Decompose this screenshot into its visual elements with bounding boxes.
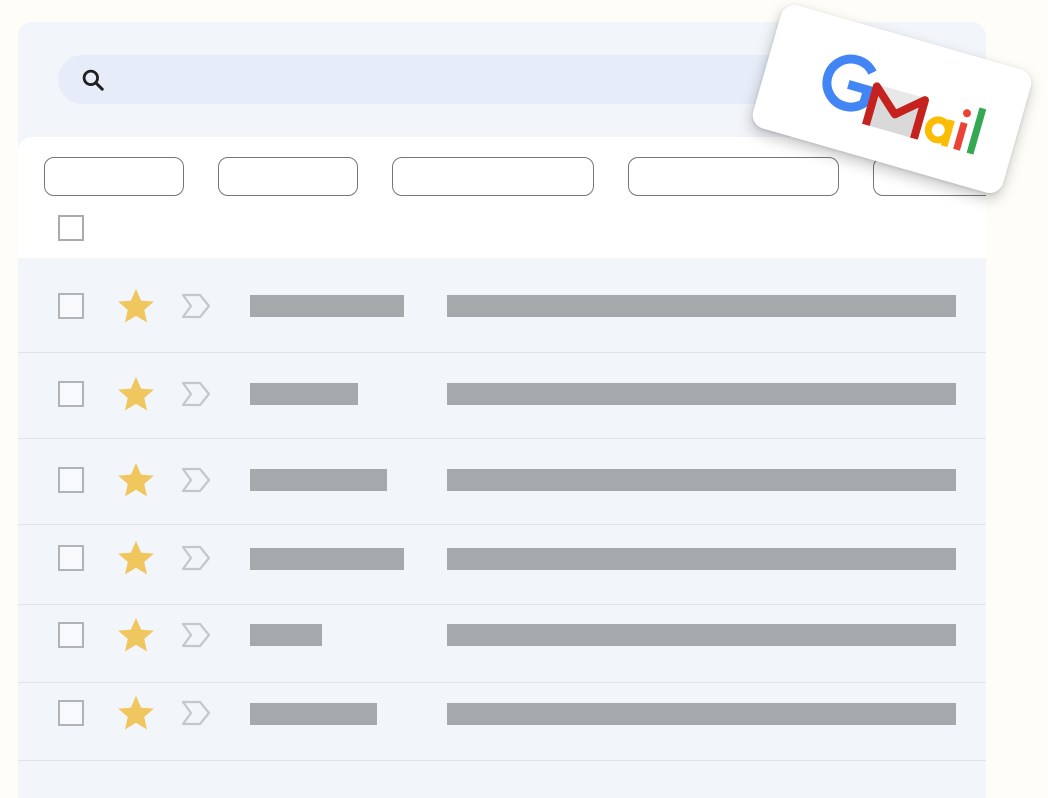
- subject-placeholder: [447, 548, 956, 570]
- important-marker-icon[interactable]: [180, 700, 212, 726]
- email-row[interactable]: [18, 439, 986, 525]
- star-icon[interactable]: [115, 692, 157, 734]
- important-marker-icon[interactable]: [180, 622, 212, 648]
- row-checkbox[interactable]: [58, 467, 84, 493]
- sender-placeholder: [250, 624, 322, 646]
- row-checkbox[interactable]: [58, 381, 84, 407]
- sender-placeholder: [250, 703, 377, 725]
- filter-chip[interactable]: [218, 157, 358, 196]
- subject-placeholder: [447, 469, 956, 491]
- filter-chip[interactable]: [44, 157, 184, 196]
- email-row[interactable]: [18, 525, 986, 605]
- subject-placeholder: [447, 383, 956, 405]
- select-all-checkbox[interactable]: [58, 215, 84, 241]
- star-icon[interactable]: [115, 614, 157, 656]
- row-checkbox[interactable]: [58, 293, 84, 319]
- search-icon[interactable]: [80, 67, 106, 93]
- important-marker-icon[interactable]: [180, 381, 212, 407]
- star-icon[interactable]: [115, 459, 157, 501]
- sender-placeholder: [250, 469, 387, 491]
- row-checkbox[interactable]: [58, 545, 84, 571]
- subject-placeholder: [447, 703, 956, 725]
- sender-placeholder: [250, 548, 404, 570]
- subject-placeholder: [447, 295, 956, 317]
- subject-placeholder: [447, 624, 956, 646]
- star-icon[interactable]: [115, 373, 157, 415]
- important-marker-icon[interactable]: [180, 293, 212, 319]
- sender-placeholder: [250, 383, 358, 405]
- sender-placeholder: [250, 295, 404, 317]
- email-list: [18, 258, 986, 761]
- filter-chip[interactable]: [392, 157, 594, 196]
- important-marker-icon[interactable]: [180, 545, 212, 571]
- email-row[interactable]: [18, 683, 986, 761]
- star-icon[interactable]: [115, 285, 157, 327]
- row-checkbox[interactable]: [58, 700, 84, 726]
- email-row[interactable]: [18, 258, 986, 353]
- important-marker-icon[interactable]: [180, 467, 212, 493]
- star-icon[interactable]: [115, 537, 157, 579]
- filter-toolbar: [18, 137, 986, 258]
- row-checkbox[interactable]: [58, 622, 84, 648]
- email-row[interactable]: [18, 353, 986, 439]
- email-row[interactable]: [18, 605, 986, 683]
- filter-chip[interactable]: [628, 157, 839, 196]
